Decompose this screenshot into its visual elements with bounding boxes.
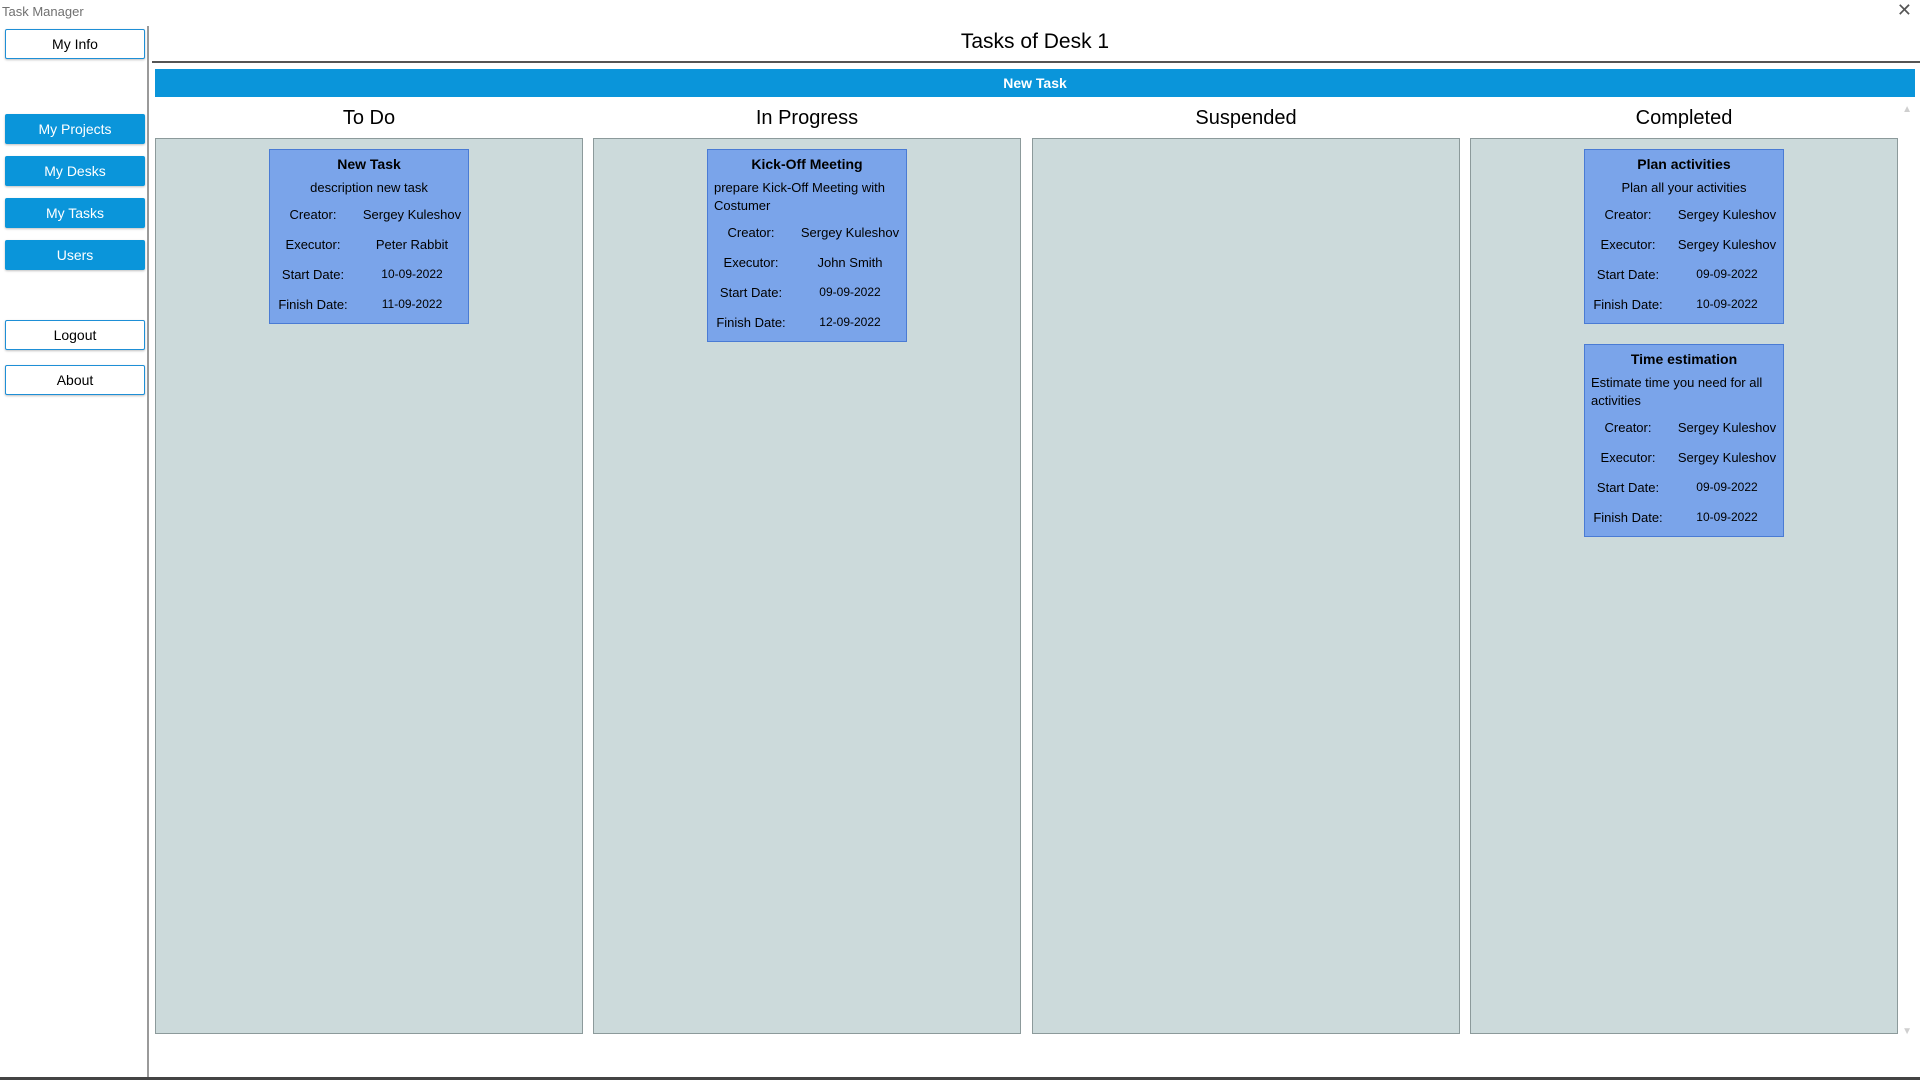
start-date-value: 09-09-2022 xyxy=(1696,267,1758,281)
executor-row: Executor: Sergey Kuleshov xyxy=(1585,229,1783,259)
scroll-down-icon[interactable]: ▼ xyxy=(1902,1026,1912,1037)
scroll-up-icon[interactable]: ▲ xyxy=(1902,104,1912,115)
start-date-label: Start Date: xyxy=(719,284,783,300)
header-divider xyxy=(152,61,1920,63)
start-date-row: Start Date: 10-09-2022 xyxy=(270,259,468,289)
executor-row: Executor: Sergey Kuleshov xyxy=(1585,442,1783,472)
finish-date-label: Finish Date: xyxy=(278,296,348,312)
close-icon[interactable]: ✕ xyxy=(1897,0,1912,21)
column-todo: New Task description new task Creator: Se… xyxy=(155,138,583,1034)
start-date-label: Start Date: xyxy=(1596,266,1660,282)
creator-label: Creator: xyxy=(1604,206,1652,222)
column-completed: Plan activities Plan all your activities… xyxy=(1470,138,1898,1034)
column-suspended xyxy=(1032,138,1460,1034)
finish-date-label: Finish Date: xyxy=(1593,509,1663,525)
creator-row: Creator: Sergey Kuleshov xyxy=(708,217,906,247)
task-description: description new task xyxy=(310,180,428,195)
start-date-label: Start Date: xyxy=(281,266,345,282)
finish-date-row: Finish Date: 12-09-2022 xyxy=(708,307,906,337)
creator-row: Creator: Sergey Kuleshov xyxy=(270,199,468,229)
column-title-suspended: Suspended xyxy=(1195,107,1297,129)
task-title: Kick-Off Meeting xyxy=(751,156,863,172)
executor-label: Executor: xyxy=(1600,449,1656,465)
logout-button[interactable]: Logout xyxy=(5,320,145,350)
column-title-todo: To Do xyxy=(342,107,396,129)
task-title: New Task xyxy=(337,156,401,172)
app-title: Task Manager xyxy=(2,4,84,19)
my-tasks-button[interactable]: My Tasks xyxy=(5,198,145,228)
start-date-row: Start Date: 09-09-2022 xyxy=(1585,259,1783,289)
finish-date-value: 10-09-2022 xyxy=(1696,510,1758,524)
about-button[interactable]: About xyxy=(5,365,145,395)
finish-date-label: Finish Date: xyxy=(1593,296,1663,312)
executor-label: Executor: xyxy=(285,236,341,252)
creator-label: Creator: xyxy=(727,224,775,240)
column-in-progress: Kick-Off Meeting prepare Kick-Off Meetin… xyxy=(593,138,1021,1034)
executor-row: Executor: Peter Rabbit xyxy=(270,229,468,259)
start-date-row: Start Date: 09-09-2022 xyxy=(1585,472,1783,502)
creator-label: Creator: xyxy=(1604,419,1652,435)
executor-value: Peter Rabbit xyxy=(375,236,449,252)
finish-date-value: 11-09-2022 xyxy=(381,297,443,311)
column-title-in-progress: In Progress xyxy=(755,107,859,129)
start-date-value: 10-09-2022 xyxy=(381,267,443,281)
task-card[interactable]: Plan activities Plan all your activities… xyxy=(1584,149,1784,324)
finish-date-row: Finish Date: 10-09-2022 xyxy=(1585,289,1783,319)
start-date-value: 09-09-2022 xyxy=(1696,480,1758,494)
start-date-value: 09-09-2022 xyxy=(819,285,881,299)
task-description: Estimate time you need for all activitie… xyxy=(1591,375,1763,408)
creator-row: Creator: Sergey Kuleshov xyxy=(1585,412,1783,442)
creator-value: Sergey Kuleshov xyxy=(362,206,462,222)
task-card[interactable]: Time estimation Estimate time you need f… xyxy=(1584,344,1784,537)
task-card[interactable]: New Task description new task Creator: Se… xyxy=(269,149,469,324)
task-card[interactable]: Kick-Off Meeting prepare Kick-Off Meetin… xyxy=(707,149,907,342)
executor-label: Executor: xyxy=(723,254,779,270)
start-date-label: Start Date: xyxy=(1596,479,1660,495)
new-task-button[interactable]: New Task xyxy=(155,69,1915,97)
column-title-completed: Completed xyxy=(1635,107,1733,129)
creator-row: Creator: Sergey Kuleshov xyxy=(1585,199,1783,229)
finish-date-row: Finish Date: 10-09-2022 xyxy=(1585,502,1783,532)
users-button[interactable]: Users xyxy=(5,240,145,270)
executor-value: Sergey Kuleshov xyxy=(1677,236,1777,252)
executor-label: Executor: xyxy=(1600,236,1656,252)
executor-row: Executor: John Smith xyxy=(708,247,906,277)
my-projects-button[interactable]: My Projects xyxy=(5,114,145,144)
task-description: Plan all your activities xyxy=(1621,180,1747,195)
task-description: prepare Kick-Off Meeting with Costumer xyxy=(714,180,885,213)
creator-value: Sergey Kuleshov xyxy=(800,224,900,240)
my-desks-button[interactable]: My Desks xyxy=(5,156,145,186)
task-title: Time estimation xyxy=(1630,351,1738,367)
executor-value: Sergey Kuleshov xyxy=(1677,449,1777,465)
creator-label: Creator: xyxy=(289,206,337,222)
page-title: Tasks of Desk 1 xyxy=(960,30,1110,53)
creator-value: Sergey Kuleshov xyxy=(1677,206,1777,222)
finish-date-value: 12-09-2022 xyxy=(819,315,881,329)
finish-date-value: 10-09-2022 xyxy=(1696,297,1758,311)
task-title: Plan activities xyxy=(1637,156,1731,172)
finish-date-row: Finish Date: 11-09-2022 xyxy=(270,289,468,319)
start-date-row: Start Date: 09-09-2022 xyxy=(708,277,906,307)
executor-value: John Smith xyxy=(817,254,883,270)
finish-date-label: Finish Date: xyxy=(716,314,786,330)
creator-value: Sergey Kuleshov xyxy=(1677,419,1777,435)
sidebar: My Info My Projects My Desks My Tasks Us… xyxy=(0,26,149,1080)
my-info-button[interactable]: My Info xyxy=(5,29,145,59)
